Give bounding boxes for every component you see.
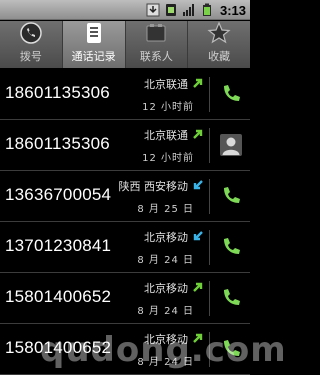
call-number: 13636700054: [5, 185, 112, 204]
outgoing-call-arrow-icon: [193, 78, 203, 88]
call-number: 13701230841: [5, 236, 112, 255]
call-log-row[interactable]: 18601135306 北京联通 12 小时前: [0, 120, 250, 171]
tab-dialer[interactable]: 拨号: [0, 21, 63, 68]
call-carrier: 北京移动: [144, 282, 188, 295]
call-time: 12 小时前: [142, 153, 194, 164]
outgoing-call-arrow-icon: [193, 282, 203, 292]
battery-icon: [202, 3, 211, 16]
contacts-icon: [146, 24, 166, 42]
tab-call-log-label: 通话记录: [71, 50, 116, 63]
call-log-row[interactable]: 13636700054 陕西 西安移动 8 月 25 日: [0, 171, 250, 222]
tab-contacts[interactable]: 联系人: [125, 21, 189, 68]
call-time: 12 小时前: [142, 102, 194, 113]
status-time: 3:13: [219, 2, 246, 18]
watermark: qudong.com: [40, 330, 287, 370]
call-icon[interactable]: [219, 184, 243, 208]
status-bar: 3:13: [0, 0, 250, 20]
status-icons: 3:13: [146, 2, 246, 18]
divider: [209, 77, 210, 112]
tab-dialer-label: 拨号: [19, 50, 42, 63]
call-number: 15801400652: [5, 287, 112, 306]
incoming-call-arrow-icon: [193, 180, 203, 190]
call-number: 18601135306: [5, 83, 110, 102]
tab-call-log[interactable]: 通话记录: [62, 21, 126, 68]
call-log-row[interactable]: 13701230841 北京移动 8 月 24 日: [0, 222, 250, 273]
call-carrier: 陕西 西安移动: [118, 180, 189, 193]
divider: [209, 281, 210, 316]
call-log-icon: [86, 23, 101, 43]
call-log-row[interactable]: 15801400652 北京移动 8 月 24 日: [0, 273, 250, 324]
phone-dial-icon: [20, 22, 42, 44]
incoming-call-arrow-icon: [193, 231, 203, 241]
divider: [209, 128, 210, 163]
signal-bars-icon: [182, 4, 194, 16]
tab-favorites-label: 收藏: [208, 50, 231, 63]
star-icon: [207, 21, 231, 44]
call-time: 8 月 24 日: [137, 255, 194, 266]
call-time: 8 月 24 日: [137, 306, 194, 317]
call-icon[interactable]: [219, 82, 243, 106]
call-carrier: 北京联通: [144, 129, 188, 142]
divider: [209, 179, 210, 214]
contact-photo-icon[interactable]: [219, 133, 243, 157]
call-time: 8 月 25 日: [137, 204, 194, 215]
tab-favorites[interactable]: 收藏: [188, 21, 250, 68]
tab-bar: 拨号 通话记录 联系人 收藏: [0, 21, 250, 68]
call-icon[interactable]: [219, 286, 243, 310]
call-carrier: 北京移动: [144, 231, 188, 244]
tab-contacts-label: 联系人: [139, 50, 173, 63]
download-icon: [146, 3, 160, 17]
call-icon[interactable]: [219, 235, 243, 259]
divider: [209, 230, 210, 265]
outgoing-call-arrow-icon: [193, 129, 203, 139]
call-log-row[interactable]: 18601135306 北京联通 12 小时前: [0, 69, 250, 120]
call-number: 18601135306: [5, 134, 110, 153]
sim-signal-icon: [165, 4, 176, 16]
call-carrier: 北京联通: [144, 78, 188, 91]
